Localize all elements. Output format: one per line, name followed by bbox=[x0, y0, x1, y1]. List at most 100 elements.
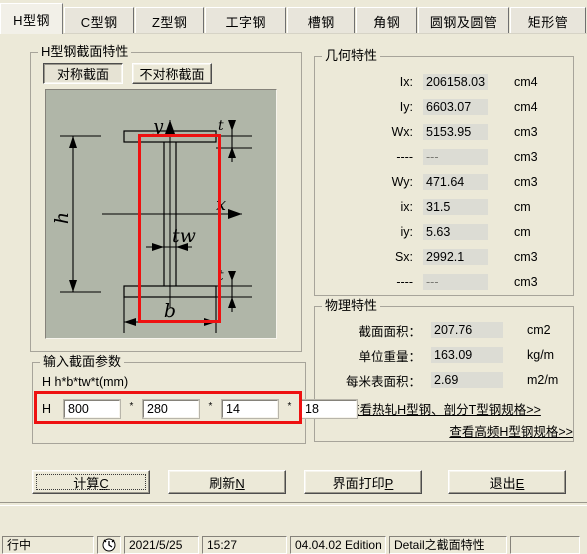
multiply-separator: * bbox=[287, 401, 292, 412]
tab-5[interactable]: 槽钢 bbox=[287, 7, 356, 34]
geometry-unit: cm3 bbox=[514, 275, 538, 289]
geometry-label: Ix: bbox=[399, 75, 413, 89]
geometry-value: 5153.95 bbox=[423, 124, 488, 140]
geometry-row: ix: 31.5 cm bbox=[315, 198, 573, 216]
x-axis-arrow bbox=[228, 209, 242, 219]
geometry-value: 6603.07 bbox=[423, 99, 488, 115]
geometric-properties-title: 几何特性 bbox=[322, 49, 381, 63]
spec-link-2[interactable]: 查看高频H型钢规格>> bbox=[315, 421, 587, 440]
geometry-unit: cm4 bbox=[514, 100, 538, 114]
physical-value: 207.76 bbox=[431, 322, 503, 338]
physical-unit: cm2 bbox=[527, 323, 551, 337]
dimension-label-h: h bbox=[51, 212, 73, 224]
geometry-row: Wy: 471.64 cm3 bbox=[315, 173, 573, 191]
action-button-label: 刷新N bbox=[209, 475, 245, 491]
h-section-diagram: h b tw x y t t bbox=[45, 89, 277, 339]
action-button-label: 界面打印P bbox=[332, 475, 394, 491]
dimension-label-t-top: t bbox=[218, 118, 224, 134]
action-button-4[interactable]: 退出E bbox=[448, 470, 566, 494]
physical-value: 2.69 bbox=[431, 372, 503, 388]
geometry-unit: cm bbox=[514, 225, 531, 239]
status-bar: 行中 2021/5/25 15:27 04.04.02 Edition Detail之截… bbox=[0, 536, 587, 554]
geometry-label: ---- bbox=[396, 275, 413, 289]
dimension-label-tw: tw bbox=[172, 225, 196, 247]
symmetric-section-button[interactable]: 对称截面 bbox=[43, 63, 123, 84]
geometry-row: Iy: 6603.07 cm4 bbox=[315, 98, 573, 116]
geometry-unit: cm4 bbox=[514, 75, 538, 89]
status-cell-4: 15:27 bbox=[202, 536, 287, 554]
tab-8[interactable]: 矩形管 bbox=[510, 7, 586, 34]
action-button-1[interactable]: 计算C bbox=[32, 470, 150, 494]
input-b[interactable] bbox=[142, 399, 200, 419]
geometry-unit: cm3 bbox=[514, 150, 538, 164]
physical-value: 163.09 bbox=[431, 347, 503, 363]
status-cell-7 bbox=[510, 536, 580, 554]
geometry-value: --- bbox=[423, 274, 488, 290]
geometry-label: Sx: bbox=[394, 250, 413, 264]
geometry-row: ---- --- cm3 bbox=[315, 273, 573, 291]
geometry-row: iy: 5.63 cm bbox=[315, 223, 573, 241]
tabstrip-underline bbox=[0, 33, 587, 34]
geometric-properties-group: 几何特性 Ix: 206158.03 cm4 Iy: 6603.07 cm4 Wx: 5153… bbox=[314, 49, 574, 296]
action-button-label: 退出E bbox=[489, 475, 525, 491]
physical-unit: m2/m bbox=[527, 373, 559, 387]
input-parameters-group: 输入截面参数 H h*b*tw*t(mm) H * * * bbox=[32, 355, 358, 444]
geometry-label: Wx: bbox=[391, 125, 413, 139]
focus-ring bbox=[36, 474, 146, 490]
geometry-unit: cm3 bbox=[514, 125, 538, 139]
physical-label: 截面面积： bbox=[358, 324, 421, 339]
geometry-value: 5.63 bbox=[423, 224, 488, 240]
geometry-unit: cm3 bbox=[514, 175, 538, 189]
tab-3[interactable]: Z型钢 bbox=[135, 7, 204, 34]
geometry-value: 31.5 bbox=[423, 199, 488, 215]
status-cell-5: 04.04.02 Edition bbox=[290, 536, 386, 554]
bottom-separator bbox=[0, 502, 587, 506]
multiply-separator: * bbox=[208, 401, 213, 412]
action-button-3[interactable]: 界面打印P bbox=[304, 470, 422, 494]
geometry-label: ---- bbox=[396, 150, 413, 164]
geometry-value: 2992.1 bbox=[423, 249, 488, 265]
status-cell-1: 行中 bbox=[2, 536, 94, 554]
physical-properties-title: 物理特性 bbox=[322, 299, 381, 313]
geometry-row: Ix: 206158.03 cm4 bbox=[315, 73, 573, 91]
action-button-2[interactable]: 刷新N bbox=[168, 470, 286, 494]
physical-row: 截面面积： 207.76 cm2 bbox=[315, 321, 573, 339]
physical-row: 每米表面积： 2.69 m2/m bbox=[315, 371, 573, 389]
tab-1[interactable]: H型钢 bbox=[0, 3, 64, 34]
tab-4[interactable]: 工字钢 bbox=[204, 7, 287, 34]
input-tw[interactable] bbox=[221, 399, 279, 419]
tab-7[interactable]: 圆钢及圆管 bbox=[418, 7, 510, 34]
input-format-hint: H h*b*tw*t(mm) bbox=[42, 375, 129, 389]
action-button-bar[interactable]: 计算C 刷新N 界面打印P 退出E bbox=[0, 466, 587, 498]
geometry-unit: cm bbox=[514, 200, 531, 214]
status-cell-3: 2021/5/25 bbox=[124, 536, 199, 554]
physical-properties-group: 物理特性 截面面积： 207.76 cm2 单位重量： 163.09 kg/m 每米表面积：… bbox=[314, 299, 574, 442]
geometry-row: Wx: 5153.95 cm3 bbox=[315, 123, 573, 141]
h-section-properties-title: H型钢截面特性 bbox=[38, 45, 132, 59]
geometry-unit: cm3 bbox=[514, 250, 538, 264]
section-dimension-inputs[interactable]: H * * * bbox=[42, 399, 358, 419]
asymmetric-section-button[interactable]: 不对称截面 bbox=[132, 63, 212, 84]
section-property-calculator-window: H型钢 C型钢 Z型钢 工字钢 槽钢 角钢 圆钢及圆管 矩形管 H型钢截面特性 对称截面 不对… bbox=[0, 0, 587, 554]
action-button-accelerator: E bbox=[515, 475, 525, 491]
status-icon bbox=[97, 536, 121, 554]
input-t[interactable] bbox=[300, 399, 358, 419]
symmetry-toggle-group[interactable]: 对称截面 不对称截面 bbox=[43, 63, 212, 84]
geometry-label: ix: bbox=[400, 200, 414, 214]
steel-type-tabstrip[interactable]: H型钢 C型钢 Z型钢 工字钢 槽钢 角钢 圆钢及圆管 矩形管 bbox=[0, 0, 587, 34]
action-button-accelerator: P bbox=[384, 475, 394, 491]
h-section-drawing: h b tw x y t t bbox=[51, 116, 252, 333]
geometry-value: 206158.03 bbox=[423, 74, 488, 90]
status-cell-6: Detail之截面特性 bbox=[389, 536, 507, 554]
geometry-row: ---- --- cm3 bbox=[315, 148, 573, 166]
physical-row: 单位重量： 163.09 kg/m bbox=[315, 346, 573, 364]
input-prefix-label: H bbox=[42, 402, 52, 416]
tab-6[interactable]: 角钢 bbox=[356, 7, 418, 34]
input-h[interactable] bbox=[63, 399, 121, 419]
multiply-separator: * bbox=[129, 401, 134, 412]
axis-label-x: x bbox=[216, 194, 226, 215]
geometry-row: Sx: 2992.1 cm3 bbox=[315, 248, 573, 266]
axis-label-y: y bbox=[152, 116, 164, 137]
tab-2[interactable]: C型钢 bbox=[64, 7, 135, 34]
geometry-label: iy: bbox=[400, 225, 414, 239]
